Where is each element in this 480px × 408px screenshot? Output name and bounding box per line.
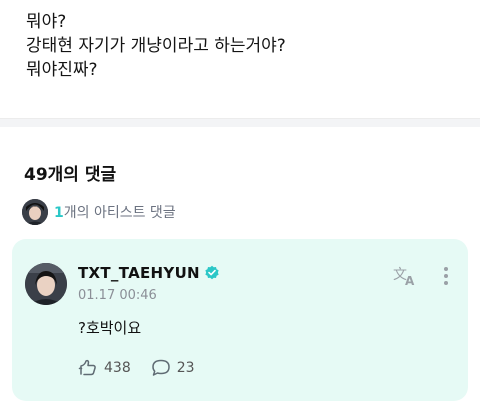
reply-count: 23 [176,360,195,376]
post-line: 뭐야? [26,12,67,32]
author-row: TXT_TAEHYUN [78,264,220,282]
like-count: 438 [104,360,131,376]
reply-icon [151,359,170,376]
author-name[interactable]: TXT_TAEHYUN [78,264,200,282]
post-line: 뭐야진짜? [26,60,98,80]
like-button[interactable]: 438 [78,359,131,377]
section-divider [0,118,480,127]
artist-comments-filter[interactable]: 1개의 아티스트 댓글 [22,199,176,225]
reply-button[interactable]: 23 [151,359,195,377]
more-vertical-icon[interactable] [438,265,454,287]
post-line: 강태현 자기가 개냥이라고 하는거야? [26,36,286,56]
comment-actions: 438 23 [78,359,195,377]
translate-icon[interactable]: 文 A [392,264,420,288]
artist-comments-label: 1개의 아티스트 댓글 [54,202,176,222]
comment-timestamp: 01.17 00:46 [78,288,157,303]
artist-comment-count: 1 [54,205,64,221]
svg-text:A: A [405,274,415,288]
post-body: 뭐야? 강태현 자기가 개냥이라고 하는거야? 뭐야진짜? [26,10,286,82]
artist-comment-label: 개의 아티스트 댓글 [63,205,176,221]
like-icon [78,359,96,376]
verified-badge-icon [205,265,219,280]
artist-comment-card: TXT_TAEHYUN 01.17 00:46 文 A ?호박이요 438 23 [12,239,468,401]
comment-text: ?호박이요 [78,319,142,337]
comment-count: 49개의 댓글 [24,165,117,185]
avatar[interactable] [25,263,67,305]
artist-avatar [22,199,48,225]
